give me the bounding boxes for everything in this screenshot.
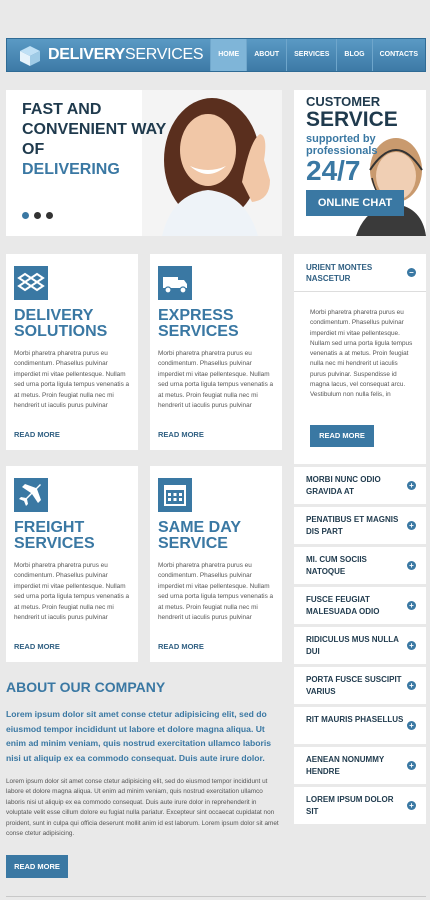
plus-icon[interactable]: + [407, 761, 416, 770]
main-nav: HOME ABOUT SERVICES BLOG CONTACTS [210, 39, 425, 71]
footer-divider [6, 896, 426, 897]
plus-icon[interactable]: + [407, 561, 416, 570]
card-title: DELIVERY SOLUTIONS [14, 307, 108, 340]
hero-slider: FAST AND CONVENIENT WAY OF DELIVERING [6, 90, 282, 236]
slider-dots [22, 212, 53, 219]
chat-title-service: SERVICE [306, 108, 398, 131]
service-card: FREIGHT SERVICES Morbi pharetra pharetra… [6, 466, 138, 662]
accordion-item[interactable]: LOREM IPSUM DOLOR SIT + [294, 787, 426, 824]
accordion-open-panel: URIENT MONTES NASCETUR – Morbi pharetra … [294, 254, 426, 464]
calendar-icon [158, 478, 192, 512]
read-more-link[interactable]: READ MORE [14, 642, 60, 651]
accordion-open-title: URIENT MONTES NASCETUR [306, 263, 373, 283]
about-read-more-button[interactable]: READ MORE [6, 855, 68, 878]
accordion-item[interactable]: AENEAN NONUMMY HENDRE + [294, 747, 426, 784]
plus-icon[interactable]: + [407, 601, 416, 610]
box-icon [20, 46, 40, 66]
accordion-item-label: MORBI NUNC ODIO GRAVIDA AT [306, 475, 381, 496]
accordion-item[interactable]: PENATIBUS ET MAGNIS DIS PART + [294, 507, 426, 544]
plus-icon[interactable]: + [407, 681, 416, 690]
nav-about[interactable]: ABOUT [246, 39, 286, 71]
accordion-item-label: RIT MAURIS PHASELLUS [306, 715, 404, 724]
card-text: Morbi pharetra pharetra purus eu condime… [158, 562, 274, 622]
minus-icon[interactable]: – [407, 268, 416, 277]
airplane-icon [14, 478, 48, 512]
accordion-open-text: Morbi pharetra pharetra purus eu condime… [310, 309, 413, 399]
about-body-text: Lorem ipsum dolor sit amet conse ctetur … [6, 778, 279, 838]
accordion-item-label: RIDICULUS MUS NULLA DUI [306, 635, 399, 656]
dropbox-icon [14, 266, 48, 300]
truck-icon [158, 266, 192, 300]
about-title: ABOUT OUR COMPANY [6, 679, 166, 695]
accordion-item-label: FUSCE FEUGIAT MALESUADA ODIO [306, 595, 380, 616]
online-chat-button[interactable]: ONLINE CHAT [306, 190, 404, 216]
nav-home[interactable]: HOME [210, 39, 247, 71]
read-more-link[interactable]: READ MORE [158, 642, 204, 651]
card-title: FREIGHT SERVICES [14, 519, 95, 552]
hero-headline: FAST AND CONVENIENT WAY OF DELIVERING [22, 101, 167, 178]
card-text: Morbi pharetra pharetra purus eu condime… [14, 350, 130, 410]
about-lead-text: Lorem ipsum dolor sit amet conse ctetur … [6, 709, 272, 763]
accordion-item[interactable]: RIDICULUS MUS NULLA DUI + [294, 627, 426, 664]
accordion-item[interactable]: FUSCE FEUGIAT MALESUADA ODIO + [294, 587, 426, 624]
accordion-read-more-button[interactable]: READ MORE [310, 425, 374, 447]
accordion-item-label: MI. CUM SOCIIS NATOQUE [306, 555, 367, 576]
service-card: DELIVERY SOLUTIONS Morbi pharetra pharet… [6, 254, 138, 450]
card-title: EXPRESS SERVICES [158, 307, 239, 340]
read-more-link[interactable]: READ MORE [14, 430, 60, 439]
nav-blog[interactable]: BLOG [336, 39, 371, 71]
accordion-open-header[interactable]: URIENT MONTES NASCETUR – [294, 254, 426, 292]
plus-icon[interactable]: + [407, 721, 416, 730]
accordion-item[interactable]: MORBI NUNC ODIO GRAVIDA AT + [294, 467, 426, 504]
site-header: DELIVERYSERVICES HOME ABOUT SERVICES BLO… [6, 38, 426, 72]
card-text: Morbi pharetra pharetra purus eu condime… [14, 562, 130, 622]
accordion-item-label: PENATIBUS ET MAGNIS DIS PART [306, 515, 399, 536]
service-card: EXPRESS SERVICES Morbi pharetra pharetra… [150, 254, 282, 450]
accordion-item-label: LOREM IPSUM DOLOR SIT [306, 795, 394, 816]
chat-title-customer: CUSTOMER [306, 94, 381, 109]
chat-subtitle: supported by professionals [306, 133, 378, 157]
accordion-item[interactable]: MI. CUM SOCIIS NATOQUE + [294, 547, 426, 584]
plus-icon[interactable]: + [407, 481, 416, 490]
plus-icon[interactable]: + [407, 521, 416, 530]
slider-dot-1[interactable] [22, 212, 29, 219]
slider-dot-3[interactable] [46, 212, 53, 219]
plus-icon[interactable]: + [407, 641, 416, 650]
slider-dot-2[interactable] [34, 212, 41, 219]
accordion-item[interactable]: PORTA FUSCE SUSCIPIT VARIUS + [294, 667, 426, 704]
card-title: SAME DAY SERVICE [158, 519, 241, 552]
accordion-item-label: AENEAN NONUMMY HENDRE [306, 755, 385, 776]
service-card: SAME DAY SERVICE Morbi pharetra pharetra… [150, 466, 282, 662]
read-more-link[interactable]: READ MORE [158, 430, 204, 439]
card-text: Morbi pharetra pharetra purus eu condime… [158, 350, 274, 410]
chat-hours: 24/7 [306, 155, 361, 186]
accordion-item-label: PORTA FUSCE SUSCIPIT VARIUS [306, 675, 402, 696]
customer-service-banner: CUSTOMER SERVICE supported by profession… [294, 90, 426, 236]
nav-contacts[interactable]: CONTACTS [371, 39, 425, 71]
site-logo[interactable]: DELIVERYSERVICES [48, 46, 204, 64]
plus-icon[interactable]: + [407, 801, 416, 810]
accordion-item[interactable]: RIT MAURIS PHASELLUS + [294, 707, 426, 744]
nav-services[interactable]: SERVICES [286, 39, 336, 71]
